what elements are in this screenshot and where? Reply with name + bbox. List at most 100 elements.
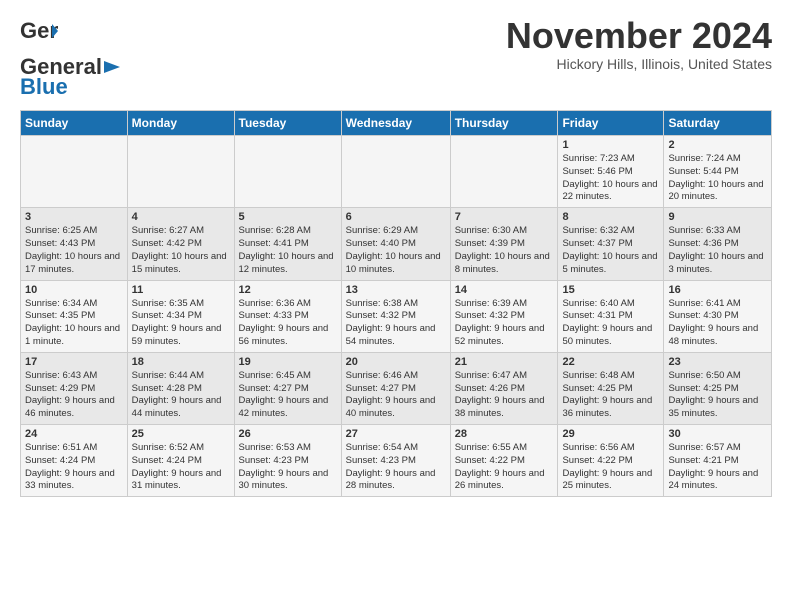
calendar-week-row: 1 Sunrise: 7:23 AM Sunset: 5:46 PM Daylig… [21,136,772,208]
table-row: 5 Sunrise: 6:28 AM Sunset: 4:41 PM Daylig… [234,208,341,280]
day-info: Sunrise: 6:41 AM Sunset: 4:30 PM Dayligh… [668,298,767,349]
day-info: Sunrise: 6:55 AM Sunset: 4:22 PM Dayligh… [455,442,554,493]
table-row: 3 Sunrise: 6:25 AM Sunset: 4:43 PM Daylig… [21,208,128,280]
table-row: 17Sunrise: 6:43 AM Sunset: 4:29 PM Dayli… [21,352,128,424]
table-row: 15 Sunrise: 6:40 AM Sunset: 4:31 PM Dayli… [558,280,664,352]
day-number: 22 [562,356,659,368]
calendar-table: Sunday Monday Tuesday Wednesday Thursday… [20,110,772,497]
day-info: Sunrise: 6:46 AM Sunset: 4:27 PM Dayligh… [346,370,446,421]
header: General General Blue November 2024 Hicko… [20,16,772,100]
calendar-header-row: Sunday Monday Tuesday Wednesday Thursday… [21,111,772,136]
col-wednesday: Wednesday [341,111,450,136]
day-number: 8 [562,211,659,223]
day-info: Sunrise: 6:47 AM Sunset: 4:26 PM Dayligh… [455,370,554,421]
col-saturday: Saturday [664,111,772,136]
table-row: 20Sunrise: 6:46 AM Sunset: 4:27 PM Dayli… [341,352,450,424]
day-number: 29 [562,428,659,440]
day-info: Sunrise: 6:35 AM Sunset: 4:34 PM Dayligh… [132,298,230,349]
day-info: Sunrise: 6:45 AM Sunset: 4:27 PM Dayligh… [239,370,337,421]
table-row: 1 Sunrise: 7:23 AM Sunset: 5:46 PM Daylig… [558,136,664,208]
day-number: 30 [668,428,767,440]
day-number: 27 [346,428,446,440]
table-row: 25 Sunrise: 6:52 AM Sunset: 4:24 PM Dayli… [127,425,234,497]
day-info: Sunrise: 6:30 AM Sunset: 4:39 PM Dayligh… [455,225,554,276]
day-info: Sunrise: 6:34 AM Sunset: 4:35 PM Dayligh… [25,298,123,349]
table-row: 18Sunrise: 6:44 AM Sunset: 4:28 PM Dayli… [127,352,234,424]
day-info: Sunrise: 6:52 AM Sunset: 4:24 PM Dayligh… [132,442,230,493]
table-row: 22 Sunrise: 6:48 AM Sunset: 4:25 PM Dayli… [558,352,664,424]
table-row: 10 Sunrise: 6:34 AM Sunset: 4:35 PM Dayli… [21,280,128,352]
day-number: 9 [668,211,767,223]
table-row: 16 Sunrise: 6:41 AM Sunset: 4:30 PM Dayli… [664,280,772,352]
month-title: November 2024 [506,16,772,56]
day-info: Sunrise: 6:57 AM Sunset: 4:21 PM Dayligh… [668,442,767,493]
calendar-week-row: 17Sunrise: 6:43 AM Sunset: 4:29 PM Dayli… [21,352,772,424]
day-number: 26 [239,428,337,440]
title-area: November 2024 Hickory Hills, Illinois, U… [506,16,772,72]
day-number: 10 [25,284,123,296]
table-row: 9 Sunrise: 6:33 AM Sunset: 4:36 PM Daylig… [664,208,772,280]
table-row [127,136,234,208]
day-number: 11 [132,284,230,296]
day-info: Sunrise: 7:24 AM Sunset: 5:44 PM Dayligh… [668,153,767,204]
day-info: Sunrise: 6:40 AM Sunset: 4:31 PM Dayligh… [562,298,659,349]
table-row: 2Sunrise: 7:24 AM Sunset: 5:44 PM Daylig… [664,136,772,208]
day-info: Sunrise: 6:36 AM Sunset: 4:33 PM Dayligh… [239,298,337,349]
day-number: 19 [239,356,337,368]
day-info: Sunrise: 7:23 AM Sunset: 5:46 PM Dayligh… [562,153,659,204]
table-row: 12 Sunrise: 6:36 AM Sunset: 4:33 PM Dayli… [234,280,341,352]
day-number: 5 [239,211,337,223]
day-info: Sunrise: 6:39 AM Sunset: 4:32 PM Dayligh… [455,298,554,349]
day-number: 24 [25,428,123,440]
day-info: Sunrise: 6:32 AM Sunset: 4:37 PM Dayligh… [562,225,659,276]
day-info: Sunrise: 6:43 AM Sunset: 4:29 PM Dayligh… [25,370,123,421]
day-info: Sunrise: 6:33 AM Sunset: 4:36 PM Dayligh… [668,225,767,276]
table-row: 6 Sunrise: 6:29 AM Sunset: 4:40 PM Daylig… [341,208,450,280]
day-number: 4 [132,211,230,223]
day-info: Sunrise: 6:25 AM Sunset: 4:43 PM Dayligh… [25,225,123,276]
day-info: Sunrise: 6:27 AM Sunset: 4:42 PM Dayligh… [132,225,230,276]
calendar-week-row: 3 Sunrise: 6:25 AM Sunset: 4:43 PM Daylig… [21,208,772,280]
day-number: 12 [239,284,337,296]
table-row: 21Sunrise: 6:47 AM Sunset: 4:26 PM Dayli… [450,352,558,424]
table-row [234,136,341,208]
col-tuesday: Tuesday [234,111,341,136]
table-row [450,136,558,208]
col-monday: Monday [127,111,234,136]
day-number: 14 [455,284,554,296]
day-number: 15 [562,284,659,296]
day-info: Sunrise: 6:56 AM Sunset: 4:22 PM Dayligh… [562,442,659,493]
table-row: 8 Sunrise: 6:32 AM Sunset: 4:37 PM Daylig… [558,208,664,280]
day-info: Sunrise: 6:54 AM Sunset: 4:23 PM Dayligh… [346,442,446,493]
table-row: 14 Sunrise: 6:39 AM Sunset: 4:32 PM Dayli… [450,280,558,352]
day-info: Sunrise: 6:51 AM Sunset: 4:24 PM Dayligh… [25,442,123,493]
day-info: Sunrise: 6:28 AM Sunset: 4:41 PM Dayligh… [239,225,337,276]
calendar-week-row: 10 Sunrise: 6:34 AM Sunset: 4:35 PM Dayli… [21,280,772,352]
logo: General General Blue [20,16,122,100]
day-number: 6 [346,211,446,223]
table-row: 27 Sunrise: 6:54 AM Sunset: 4:23 PM Dayli… [341,425,450,497]
day-info: Sunrise: 6:53 AM Sunset: 4:23 PM Dayligh… [239,442,337,493]
day-number: 7 [455,211,554,223]
calendar-week-row: 24 Sunrise: 6:51 AM Sunset: 4:24 PM Dayli… [21,425,772,497]
day-info: Sunrise: 6:29 AM Sunset: 4:40 PM Dayligh… [346,225,446,276]
day-info: Sunrise: 6:50 AM Sunset: 4:25 PM Dayligh… [668,370,767,421]
col-thursday: Thursday [450,111,558,136]
logo-icon: General [20,16,58,54]
day-number: 16 [668,284,767,296]
table-row [341,136,450,208]
table-row: 24 Sunrise: 6:51 AM Sunset: 4:24 PM Dayli… [21,425,128,497]
table-row: 28 Sunrise: 6:55 AM Sunset: 4:22 PM Dayli… [450,425,558,497]
day-number: 28 [455,428,554,440]
day-number: 1 [562,139,659,151]
day-number: 23 [668,356,767,368]
day-number: 3 [25,211,123,223]
table-row: 11 Sunrise: 6:35 AM Sunset: 4:34 PM Dayli… [127,280,234,352]
page: General General Blue November 2024 Hicko… [0,0,792,507]
day-number: 13 [346,284,446,296]
day-number: 25 [132,428,230,440]
table-row: 26 Sunrise: 6:53 AM Sunset: 4:23 PM Dayli… [234,425,341,497]
table-row: 7 Sunrise: 6:30 AM Sunset: 4:39 PM Daylig… [450,208,558,280]
day-info: Sunrise: 6:38 AM Sunset: 4:32 PM Dayligh… [346,298,446,349]
day-info: Sunrise: 6:48 AM Sunset: 4:25 PM Dayligh… [562,370,659,421]
